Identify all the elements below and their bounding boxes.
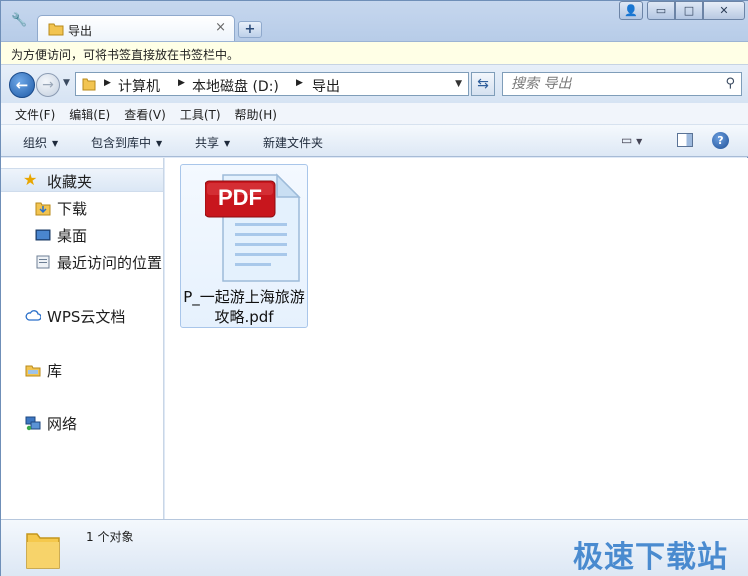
network-icon [25,416,41,431]
recent-pages-dropdown-icon[interactable]: ▼ [63,78,70,88]
chevron-down-icon: ▼ [156,139,163,148]
breadcrumb-computer[interactable]: 计算机 [118,76,160,96]
info-text: 为方便访问，可将书签直接放在书签栏中。 [11,48,240,62]
breadcrumb-arrow-icon[interactable]: ▶ [296,78,303,88]
file-name: P_一起游上海旅游攻略.pdf [183,288,305,326]
back-button[interactable]: ← [9,72,35,98]
nav-wps-cloud[interactable]: WPS云文档 [1,304,163,328]
nav-recent-label: 最近访问的位置 [57,254,163,272]
forward-button[interactable]: → [36,73,60,97]
new-folder-button[interactable]: 新建文件夹 [263,134,323,151]
chevron-down-icon: ▼ [224,139,231,148]
cloud-icon [25,310,41,321]
breadcrumb-folder[interactable]: 导出 [312,76,340,96]
menu-file[interactable]: 文件(F) [1,103,55,124]
nav-wps-label: WPS云文档 [47,308,126,326]
nav-libraries[interactable]: 库 [1,358,163,382]
address-dropdown-icon[interactable]: ▼ [455,79,462,89]
change-view-button[interactable]: ▭ ▼ [621,133,642,147]
navigation-pane: ★ 收藏夹 下载 桌面 最近访问的位置 WPS云文档 库 网络 [1,158,164,519]
watermark-logo: 极速下载站 [573,540,728,575]
nav-favorites-label: 收藏夹 [47,173,93,191]
window-controls: 👤 ▭ □ ✕ [619,1,745,21]
folder-icon [82,78,96,91]
new-tab-button[interactable]: + [238,21,262,38]
help-icon[interactable]: ? [712,132,729,149]
nav-recent-places[interactable]: 最近访问的位置 [1,250,163,274]
user-icon[interactable]: 👤 [619,1,643,20]
menu-bar: 文件(F) 编辑(E) 查看(V) 工具(T) 帮助(H) [1,103,748,125]
organize-label: 组织 [23,136,48,150]
minimize-button[interactable]: ▭ [647,1,675,20]
maximize-button[interactable]: □ [675,1,703,20]
menu-tools[interactable]: 工具(T) [166,103,221,124]
breadcrumb-drive[interactable]: 本地磁盘 (D:) [192,76,279,96]
folder-icon [48,23,64,36]
address-row: ← → ▼ ▶ 计算机 ▶ 本地磁盘 (D:) ▶ 导出 ▼ ⇆ ⚲ [1,65,748,103]
preview-pane-icon[interactable] [677,133,693,147]
nav-network[interactable]: 网络 [1,411,163,435]
search-input[interactable] [511,75,711,93]
nav-desktop[interactable]: 桌面 [1,223,163,247]
menu-edit[interactable]: 编辑(E) [55,103,110,124]
chevron-down-icon: ▼ [52,139,59,148]
nav-downloads[interactable]: 下载 [1,196,163,220]
tab-export[interactable]: 导出 × [37,15,235,41]
nav-favorites[interactable]: ★ 收藏夹 [1,168,163,192]
downloads-folder-icon [35,202,51,216]
nav-libraries-label: 库 [47,362,63,380]
tab-label: 导出 [68,24,93,38]
menu-view[interactable]: 查看(V) [110,103,166,124]
breadcrumb-arrow-icon[interactable]: ▶ [104,78,111,88]
tab-close-icon[interactable]: × [215,20,226,35]
item-count: 1 个对象 [86,530,134,544]
menu-help[interactable]: 帮助(H) [221,103,277,124]
recent-places-icon [36,255,50,269]
refresh-button[interactable]: ⇆ [471,72,495,96]
nav-desktop-label: 桌面 [57,227,88,245]
search-icon[interactable]: ⚲ [725,76,735,91]
libraries-icon [25,365,41,377]
breadcrumb-arrow-icon[interactable]: ▶ [178,78,185,88]
pdf-badge-text: PDF [218,185,262,210]
command-bar: 组织 ▼ 包含到库中 ▼ 共享 ▼ 新建文件夹 ▭ ▼ ? [1,125,748,157]
explorer-window: 🔧 导出 × + 👤 ▭ □ ✕ 为方便访问，可将书签直接放在书签栏中。 ← →… [0,0,748,576]
title-bar: 🔧 导出 × + 👤 ▭ □ ✕ [1,1,748,41]
bookmark-info-bar: 为方便访问，可将书签直接放在书签栏中。 [1,41,748,65]
nav-downloads-label: 下载 [57,200,88,218]
status-bar: 1 个对象 极速下载站 [1,519,748,576]
organize-button[interactable]: 组织 ▼ [23,134,58,151]
search-box[interactable]: ⚲ [502,72,742,96]
include-label: 包含到库中 [91,136,152,150]
include-in-library-button[interactable]: 包含到库中 ▼ [91,134,162,151]
folder-icon [26,533,60,569]
wrench-icon[interactable]: 🔧 [11,13,27,29]
star-icon: ★ [23,170,38,189]
desktop-icon [35,229,51,241]
share-button[interactable]: 共享 ▼ [195,134,230,151]
nav-network-label: 网络 [47,415,78,433]
file-item[interactable]: PDF P_一起游上海旅游攻略.pdf [180,164,308,328]
file-list: PDF P_一起游上海旅游攻略.pdf [165,158,748,519]
share-label: 共享 [195,136,220,150]
address-bar[interactable]: ▶ 计算机 ▶ 本地磁盘 (D:) ▶ 导出 ▼ [75,72,469,96]
close-button[interactable]: ✕ [703,1,745,20]
